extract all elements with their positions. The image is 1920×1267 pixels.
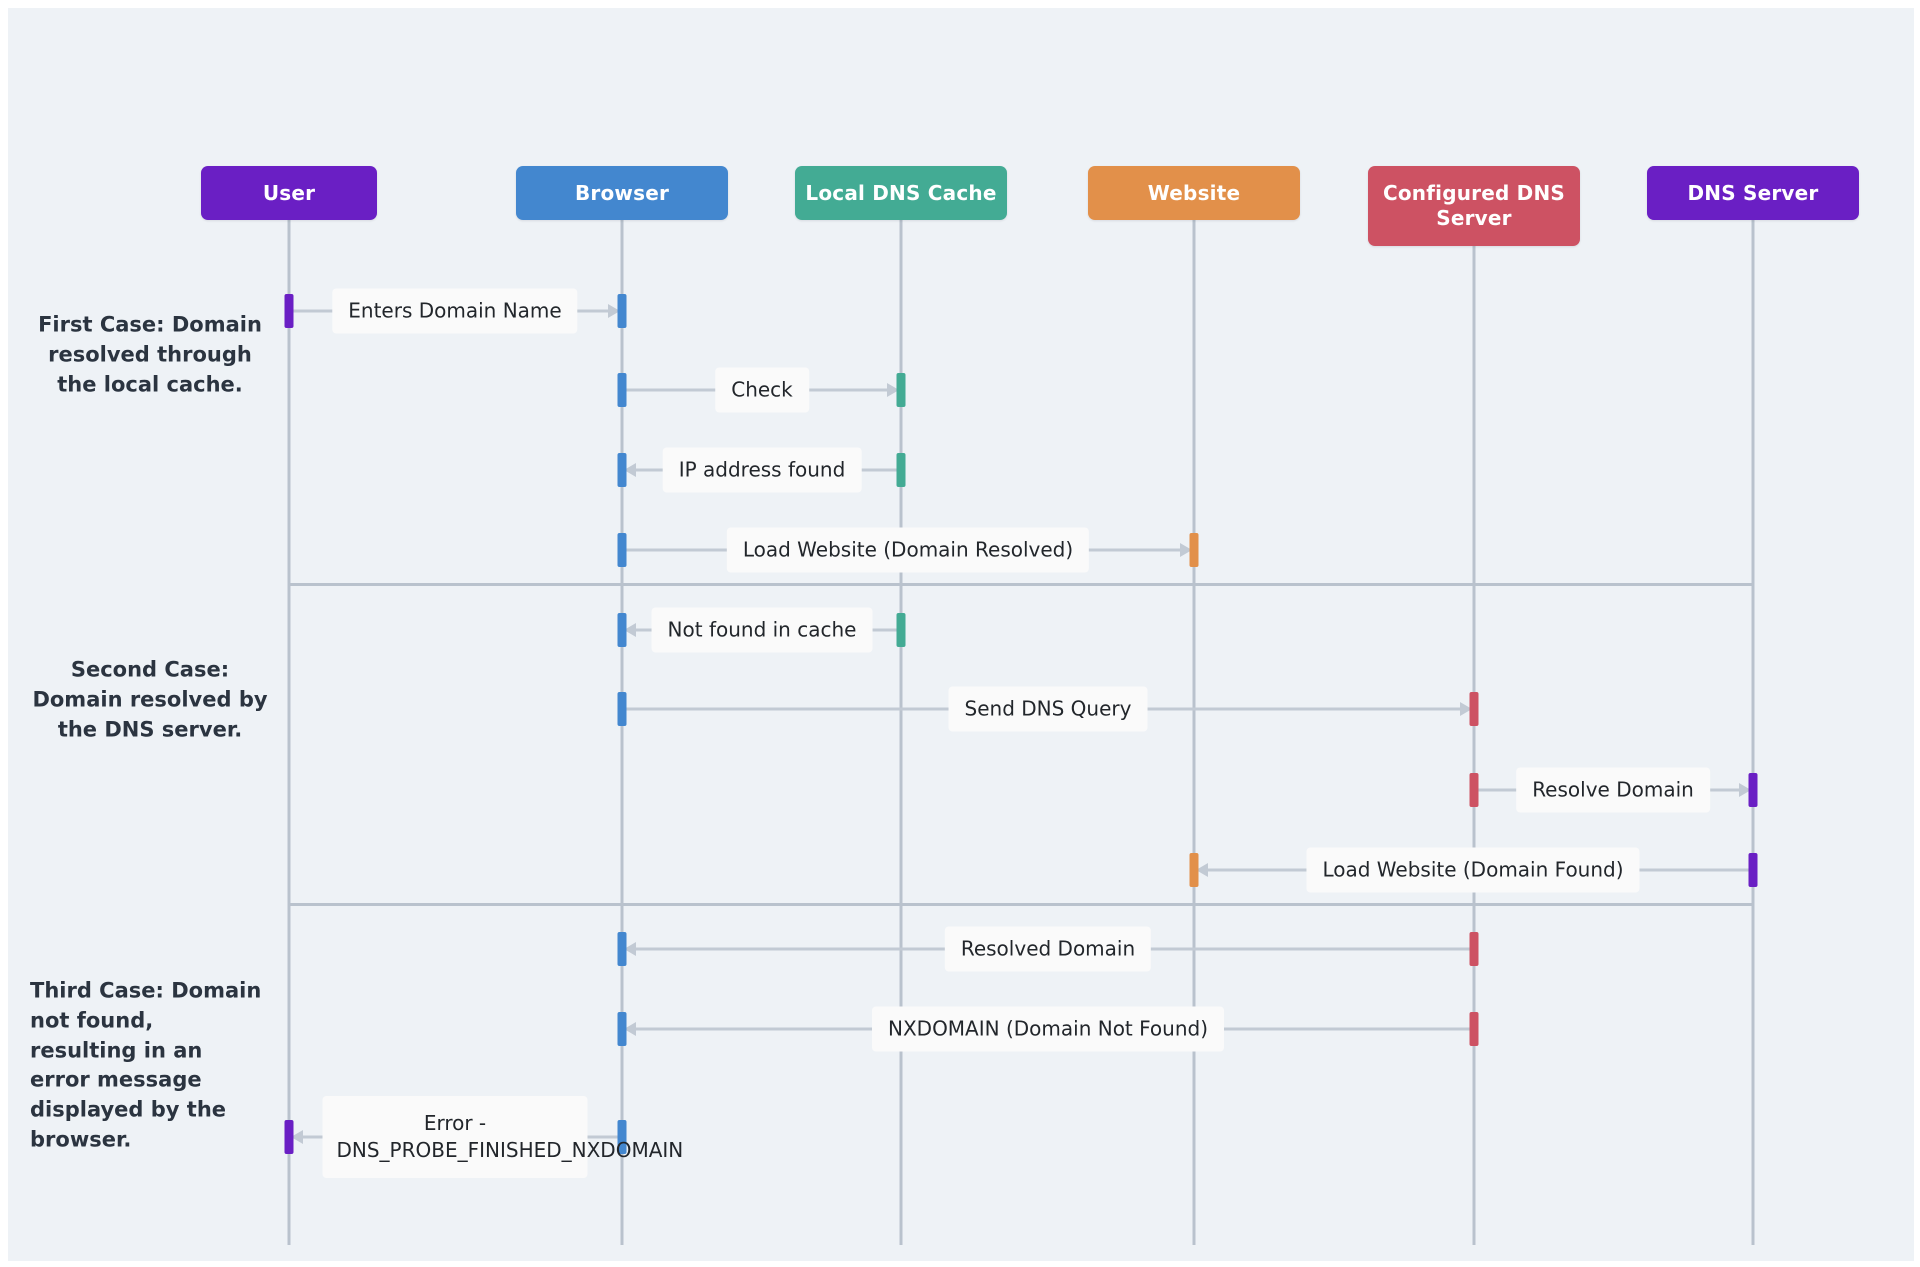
lifeline-user [287,220,291,1245]
msg-ip-address-found-source-activation [896,453,906,487]
sequence-diagram-canvas: Enters Domain Name Check IP address found L… [0,0,1920,1267]
msg-enters-domain-name-label[interactable]: Enters Domain Name [332,288,578,334]
page-edge-top [0,0,1920,8]
msg-nxdomain-target-activation [617,1012,627,1046]
msg-ip-address-found-label[interactable]: IP address found [662,447,862,493]
participant-header-confdns[interactable]: Configured DNS Server [1368,166,1580,246]
msg-not-found-in-cache-label[interactable]: Not found in cache [651,607,873,653]
msg-resolve-domain-target-activation [1748,773,1758,807]
page-edge-left [0,0,8,1267]
page-edge-right [1914,0,1920,1267]
participant-label-cache: Local DNS Cache [805,180,997,205]
participant-label-user: User [262,180,316,205]
msg-check-label[interactable]: Check [715,367,809,413]
msg-resolved-domain-target-activation [617,932,627,966]
participant-header-dnsserver[interactable]: DNS Server [1647,166,1859,220]
msg-error-dns-probe-finished-nxdomain-target-activation [284,1120,294,1154]
participant-header-website[interactable]: Website [1088,166,1300,220]
msg-not-found-in-cache-target-activation [617,613,627,647]
lifeline-dnsserver [1751,220,1755,1245]
case-caption-first-case: First Case: Domain resolved through the … [38,312,262,396]
participant-header-browser[interactable]: Browser [516,166,728,220]
msg-load-website-domain-found-target-activation [1189,853,1199,887]
case-caption-second-case: Second Case: Domain resolved by the DNS … [32,657,268,741]
msg-load-website-domain-resolved-target-activation [1189,533,1199,567]
msg-load-website-domain-resolved-source-activation [617,533,627,567]
msg-enters-domain-name-target-activation [617,294,627,328]
participant-header-user[interactable]: User [201,166,377,220]
page-edge-bottom [0,1261,1920,1267]
participant-label-website: Website [1147,180,1241,205]
msg-send-dns-query-target-activation [1469,692,1479,726]
msg-check-source-activation [617,373,627,407]
msg-load-website-domain-resolved-label[interactable]: Load Website (Domain Resolved) [726,527,1090,573]
divider-1 [290,583,1753,586]
lifeline-confdns [1472,220,1476,1245]
msg-error-dns-probe-finished-nxdomain-label[interactable]: Error - DNS_PROBE_FINISHED_NXDOMAIN [322,1096,683,1178]
lifeline-website [1192,220,1196,1245]
msg-ip-address-found-target-activation [617,453,627,487]
participant-label-browser: Browser [574,180,670,205]
msg-send-dns-query-label[interactable]: Send DNS Query [948,686,1148,732]
msg-resolve-domain-source-activation [1469,773,1479,807]
msg-resolved-domain-source-activation [1469,932,1479,966]
participant-label-dnsserver: DNS Server [1687,180,1819,205]
msg-check-target-activation [896,373,906,407]
participant-header-cache[interactable]: Local DNS Cache [795,166,1007,220]
msg-resolved-domain-label[interactable]: Resolved Domain [944,926,1152,972]
msg-resolve-domain-label[interactable]: Resolve Domain [1516,767,1710,813]
divider-2 [290,903,1753,906]
msg-send-dns-query-source-activation [617,692,627,726]
msg-nxdomain-source-activation [1469,1012,1479,1046]
msg-nxdomain-label[interactable]: NXDOMAIN (Domain Not Found) [872,1006,1224,1052]
msg-load-website-domain-found-label[interactable]: Load Website (Domain Found) [1306,847,1640,893]
participant-label-confdns: Configured DNS Server [1382,181,1566,230]
msg-load-website-domain-found-source-activation [1748,853,1758,887]
msg-enters-domain-name-source-activation [284,294,294,328]
msg-not-found-in-cache-source-activation [896,613,906,647]
case-caption-third-case: Third Case: Domain not found, resulting … [30,978,262,1152]
